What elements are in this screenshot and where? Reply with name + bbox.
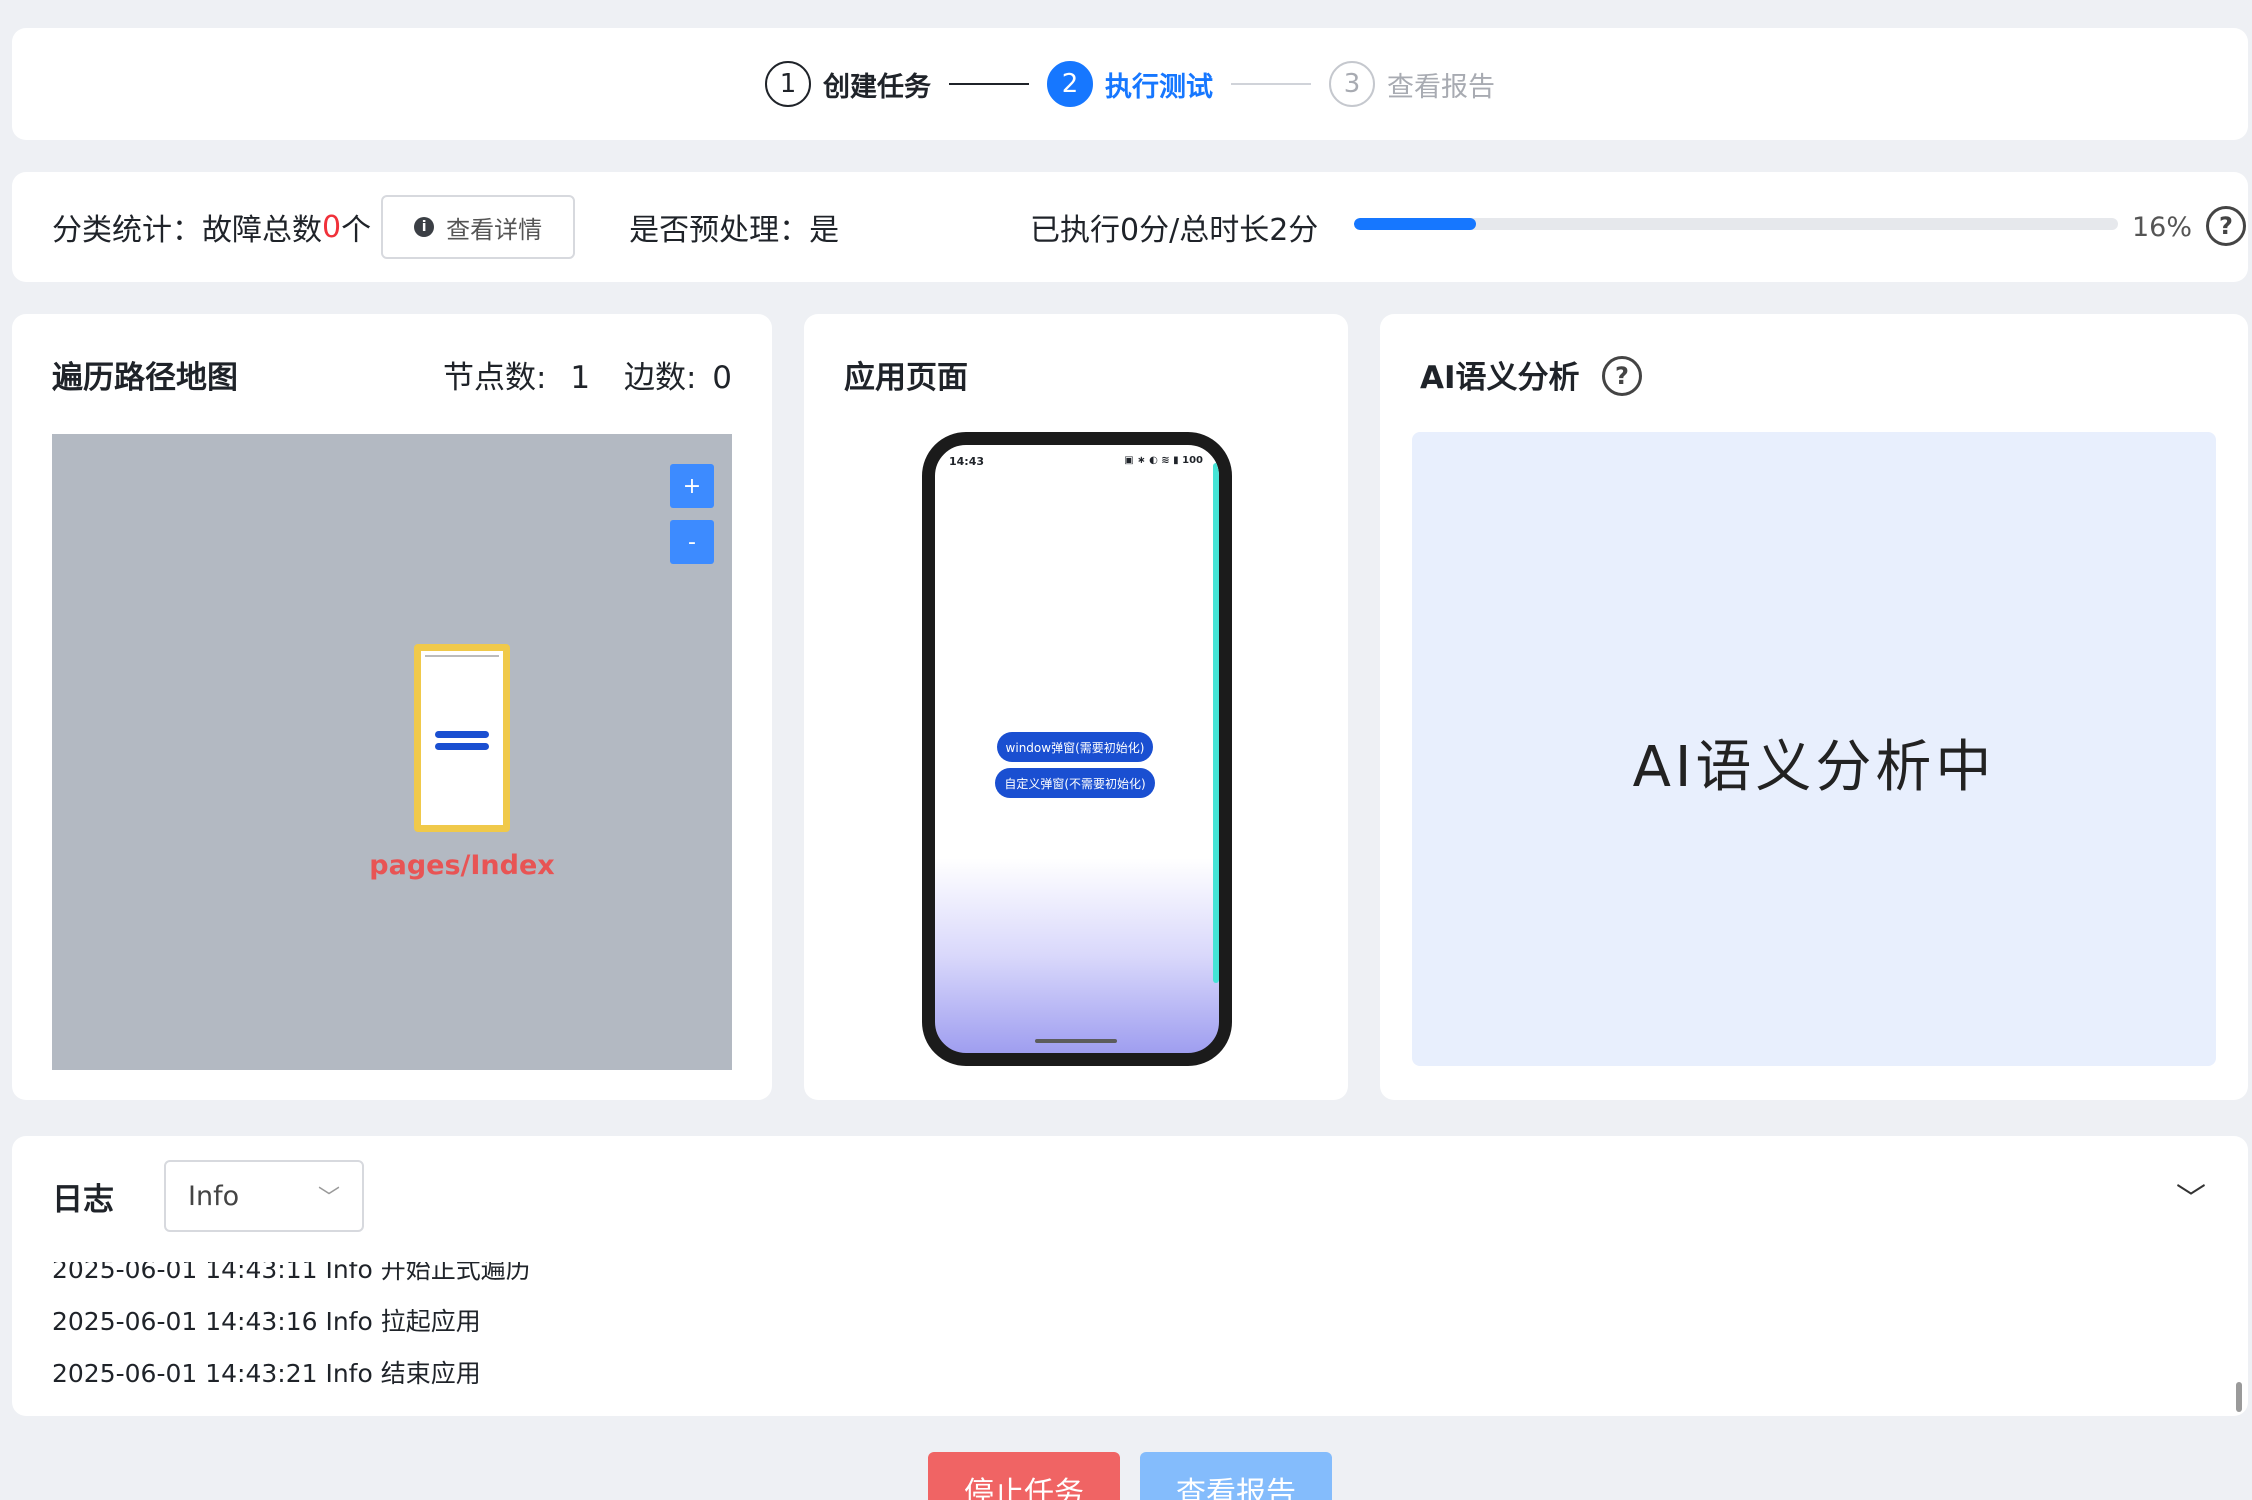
step-connector — [1231, 83, 1311, 85]
step-number-3: 3 — [1329, 61, 1375, 107]
progress-fill — [1354, 218, 1477, 230]
fault-unit: 个 — [341, 213, 372, 248]
edge-count-label: 边数: — [623, 360, 697, 396]
progress-bar — [1354, 218, 2118, 230]
step-number-2: 2 — [1047, 61, 1093, 107]
map-node[interactable] — [414, 644, 510, 832]
log-line: 2025-06-01 14:43:11 Info 开始正式遍历 — [52, 1262, 531, 1284]
custom-dialog-button[interactable]: 自定义弹窗(不需要初始化) — [995, 768, 1155, 798]
thumbnail-button — [435, 743, 489, 750]
help-icon[interactable]: ? — [1602, 356, 1642, 396]
log-line: 2025-06-01 14:43:21 Info 结束应用 — [52, 1359, 481, 1388]
preprocess-label: 是否预处理： — [629, 213, 810, 248]
node-thumbnail — [421, 651, 503, 825]
path-map-canvas[interactable]: + - pages/Index — [52, 434, 732, 1070]
log-title: 日志 — [52, 1182, 114, 1218]
step-label-create-task: 创建任务 — [823, 71, 931, 103]
ai-analysis-area: AI语义分析中 — [1412, 432, 2216, 1066]
steps-bar: 1 创建任务 2 执行测试 3 查看报告 — [12, 28, 2248, 140]
graph-counts: 节点数: 1 边数: 0 — [443, 352, 732, 397]
app-page-panel: 应用页面 14:43 ▣ ∗ ◐ ≋ ▮ 100 window弹窗(需要初始化)… — [804, 314, 1348, 1100]
phone-screen: 14:43 ▣ ∗ ◐ ≋ ▮ 100 window弹窗(需要初始化) 自定义弹… — [922, 432, 1232, 1066]
view-report-button[interactable]: 查看报告 — [1140, 1452, 1332, 1500]
step-connector — [949, 83, 1029, 85]
window-dialog-button[interactable]: window弹窗(需要初始化) — [997, 732, 1153, 762]
thumbnail-status-bar — [425, 655, 499, 659]
log-panel: 日志 Info ﹀ ﹀ 2025-06-01 14:43:11 Info 开始正… — [12, 1136, 2248, 1416]
phone-edge-highlight — [1213, 463, 1219, 983]
path-map-title: 遍历路径地图 — [52, 360, 238, 396]
home-indicator — [1035, 1039, 1117, 1043]
app-page-title: 应用页面 — [844, 360, 968, 396]
help-icon[interactable]: ? — [2206, 206, 2246, 246]
step-label-view-report: 查看报告 — [1387, 71, 1495, 103]
phone-time: 14:43 — [949, 455, 985, 468]
stop-task-button[interactable]: 停止任务 — [928, 1452, 1120, 1500]
progress-text: 已执行0分/总时长2分 — [1030, 213, 1319, 248]
phone-status-icons: ▣ ∗ ◐ ≋ ▮ 100 — [1124, 455, 1203, 466]
ai-analysis-status: AI语义分析中 — [1632, 735, 1996, 800]
collapse-chevron-icon[interactable]: ﹀ — [2176, 1174, 2206, 1218]
progress-percent: 16% — [2132, 211, 2193, 243]
log-level-value: Info — [188, 1180, 240, 1212]
log-list[interactable]: 2025-06-01 14:43:11 Info 开始正式遍历 2025-06-… — [52, 1262, 2208, 1416]
step-label-execute-test: 执行测试 — [1105, 71, 1213, 103]
chevron-down-icon: ﹀ — [317, 1186, 340, 1211]
step-view-report[interactable]: 3 查看报告 — [1329, 61, 1495, 107]
node-count: 1 — [570, 360, 591, 396]
log-scrollbar[interactable] — [2236, 1382, 2242, 1412]
ai-analysis-title: AI语义分析 — [1420, 360, 1580, 396]
thumbnail-button — [435, 731, 489, 738]
info-icon: i — [414, 217, 435, 237]
stats-bar: 分类统计：故障总数 0 个 i 查看详情 是否预处理： 是 已执行0分/总时长2… — [12, 172, 2248, 282]
zoom-in-button[interactable]: + — [670, 464, 714, 508]
view-details-label: 查看详情 — [446, 215, 543, 244]
edge-count: 0 — [712, 360, 732, 396]
zoom-out-button[interactable]: - — [670, 520, 714, 564]
log-line: 2025-06-01 14:43:16 Info 拉起应用 — [52, 1307, 481, 1336]
view-details-button[interactable]: i 查看详情 — [381, 195, 576, 259]
step-create-task[interactable]: 1 创建任务 — [765, 61, 931, 107]
step-number-1: 1 — [765, 61, 811, 107]
fault-count: 0 — [322, 209, 342, 245]
node-count-label: 节点数: — [443, 360, 547, 396]
ai-analysis-panel: AI语义分析 ? AI语义分析中 — [1380, 314, 2248, 1100]
node-label: pages/Index — [369, 850, 555, 881]
preprocess-value: 是 — [809, 213, 840, 248]
step-execute-test[interactable]: 2 执行测试 — [1047, 61, 1213, 107]
category-stats-label: 分类统计：故障总数 — [52, 213, 322, 248]
path-map-panel: 遍历路径地图 节点数: 1 边数: 0 + - pages/Index — [12, 314, 772, 1100]
log-level-select[interactable]: Info ﹀ — [164, 1160, 364, 1232]
